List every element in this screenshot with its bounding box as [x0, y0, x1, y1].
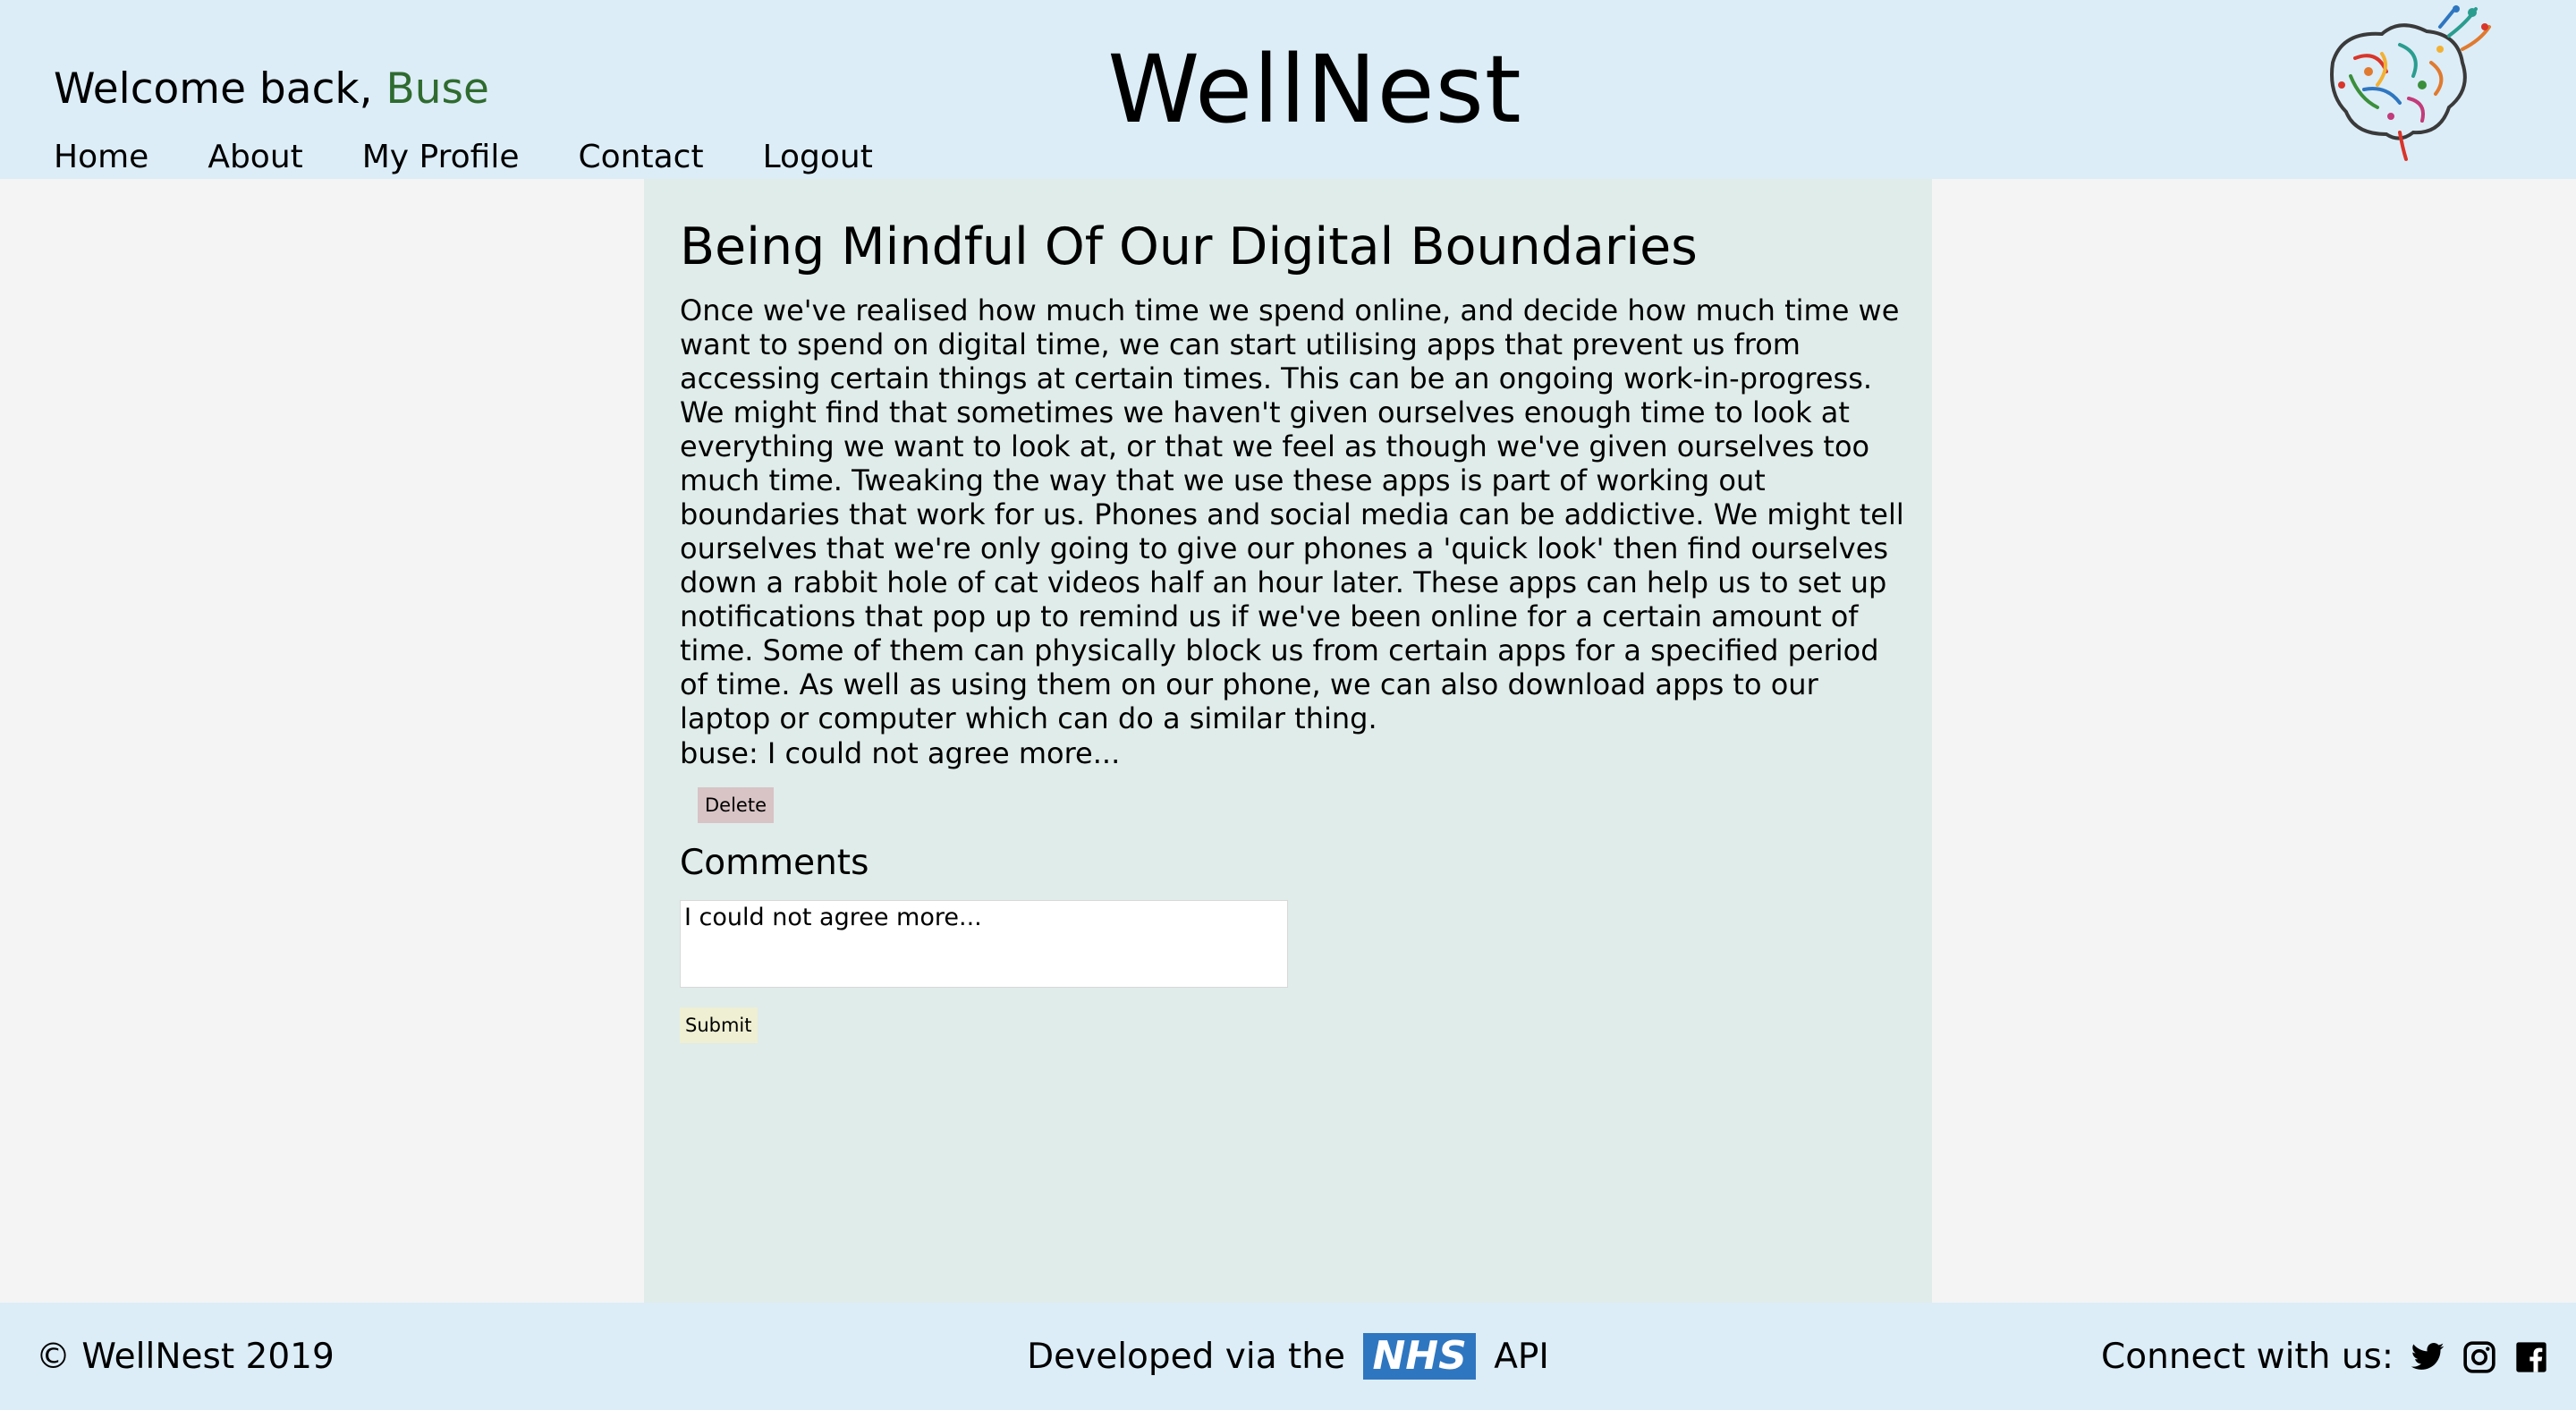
article-title: Being Mindful Of Our Digital Boundaries — [680, 217, 1698, 276]
nav-about-link[interactable]: About — [208, 136, 302, 179]
nhs-logo: NHS — [1363, 1332, 1476, 1380]
page: Welcome back, Buse WellNest Home About M… — [0, 0, 2576, 1410]
connect-label: Connect with us: — [2101, 1337, 2394, 1377]
article-container: Being Mindful Of Our Digital Boundaries … — [644, 179, 1932, 1303]
twitter-icon[interactable] — [2410, 1339, 2445, 1375]
nav-home-link[interactable]: Home — [54, 136, 148, 179]
comments-heading: Comments — [680, 843, 869, 883]
delete-comment-button[interactable]: Delete — [698, 787, 774, 823]
comment-item: buse: I could not agree more... — [680, 736, 1121, 770]
developed-suffix: API — [1494, 1337, 1549, 1377]
social-links: Connect with us: — [2101, 1335, 2549, 1380]
instagram-icon[interactable] — [2462, 1339, 2497, 1375]
submit-comment-button[interactable]: Submit — [680, 1007, 758, 1043]
comment-input[interactable]: I could not agree more... — [680, 900, 1288, 988]
brain-icon — [2315, 0, 2494, 166]
footer: © WellNest 2019 Developed via the NHS AP… — [0, 1303, 2576, 1410]
facebook-icon[interactable] — [2513, 1339, 2549, 1375]
site-title: WellNest — [1107, 35, 1522, 144]
nav-logout-link[interactable]: Logout — [763, 136, 873, 179]
header: Welcome back, Buse WellNest Home About M… — [0, 0, 2576, 179]
article-body: Once we've realised how much time we spe… — [680, 293, 1904, 735]
main-nav: Home About My Profile Contact Logout — [54, 136, 873, 179]
nav-contact-link[interactable]: Contact — [579, 136, 704, 179]
developed-prefix: Developed via the — [1027, 1337, 1346, 1377]
nav-profile-link[interactable]: My Profile — [362, 136, 520, 179]
